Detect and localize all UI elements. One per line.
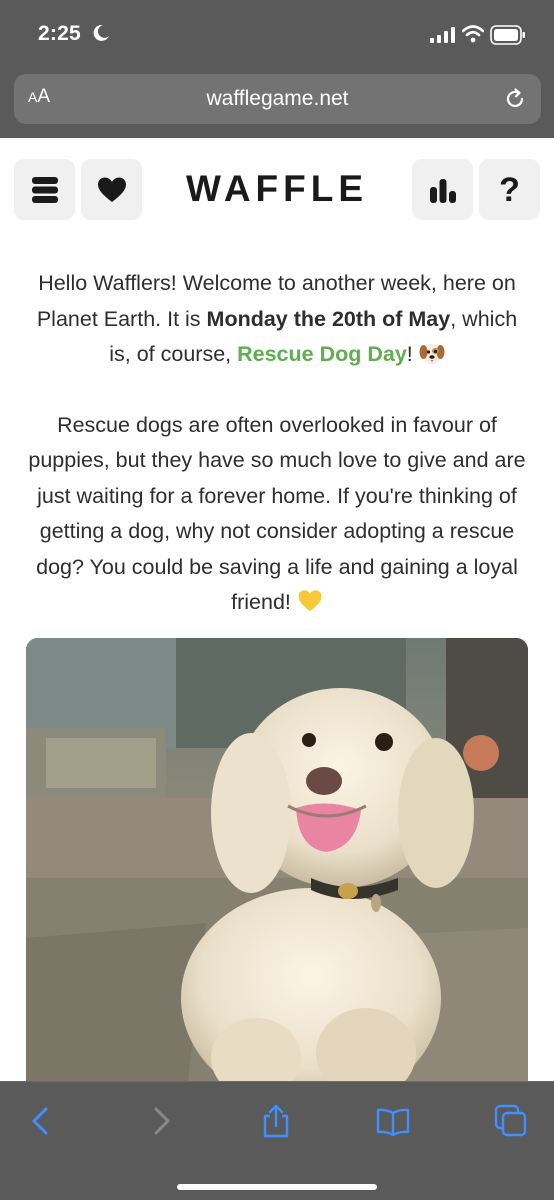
battery-icon xyxy=(490,25,525,45)
reload-icon[interactable] xyxy=(503,87,527,111)
back-chevron-icon[interactable] xyxy=(24,1104,58,1138)
waffle-logo[interactable]: WAFFLE xyxy=(150,168,404,210)
browser-address-area: AA wafflegame.net xyxy=(0,70,554,138)
daily-message: Hello Wafflers! Welcome to another week,… xyxy=(24,266,530,621)
bookmarks-icon[interactable] xyxy=(376,1104,410,1138)
dog-face-icon xyxy=(419,344,445,364)
stats-button[interactable] xyxy=(412,159,473,220)
forward-chevron-icon[interactable] xyxy=(144,1104,178,1138)
heart-button[interactable] xyxy=(81,159,142,220)
menu-icon xyxy=(31,176,58,203)
home-indicator[interactable] xyxy=(177,1184,377,1190)
message-paragraph-2: Rescue dogs are often overlooked in favo… xyxy=(28,412,526,615)
share-icon[interactable] xyxy=(259,1104,293,1138)
wifi-icon xyxy=(462,25,484,43)
help-button[interactable]: ? xyxy=(479,159,540,220)
status-bar: 2:25 xyxy=(0,0,554,70)
browser-toolbar xyxy=(0,1081,554,1200)
heart-icon xyxy=(97,177,126,202)
help-label: ? xyxy=(499,170,520,209)
url-text[interactable]: wafflegame.net xyxy=(14,87,541,111)
menu-button[interactable] xyxy=(14,159,75,220)
fluffy-white-dog-photo xyxy=(26,638,528,1081)
message-paragraph-1: Hello Wafflers! Welcome to another week,… xyxy=(36,271,518,366)
tabs-icon[interactable] xyxy=(494,1104,528,1138)
cellular-signal-icon xyxy=(430,27,455,43)
date-text: Monday the 20th of May xyxy=(206,306,451,331)
status-time: 2:25 xyxy=(38,22,81,45)
address-bar[interactable]: AA wafflegame.net xyxy=(14,74,541,124)
highlight-text: Rescue Dog Day xyxy=(237,342,407,366)
yellow-heart-icon xyxy=(298,590,322,611)
moon-icon xyxy=(93,24,109,41)
page-content: WAFFLE ? Hello Wafflers! Welcome to anot… xyxy=(0,138,554,1081)
bar-chart-icon xyxy=(429,178,456,203)
